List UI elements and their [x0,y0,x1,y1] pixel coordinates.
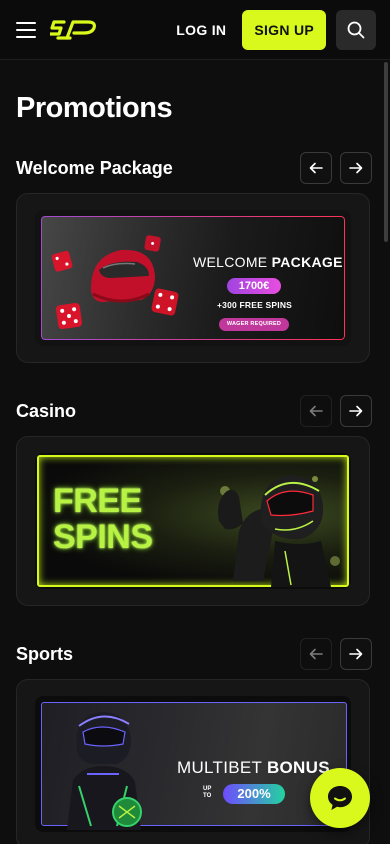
bonus-amount-badge: 1700€ [227,278,281,294]
scrollbar[interactable] [384,62,388,242]
arrow-right-icon [349,162,363,174]
login-button[interactable]: LOG IN [160,22,242,38]
racer-illustration [67,712,142,830]
bonus-percent-badge: 200% [223,784,285,804]
section-title: Welcome Package [16,157,173,178]
free-spins-headline: FREE SPINS [53,482,153,556]
up-to-label: UP TO [203,786,212,799]
arrow-left-icon [309,162,323,174]
arrow-left-icon [309,648,323,660]
app: LOG IN SIGN UP Promotions Welcome Packag… [0,0,390,844]
arrow-left-icon [309,405,323,417]
prev-button[interactable] [300,638,332,670]
section-title: Sports [16,643,74,664]
top-header: LOG IN SIGN UP [0,0,390,60]
page-title: Promotions [16,92,173,124]
promo-card-welcome[interactable]: WELCOME PACKAGE 1700€ +300 FREE SPINS WA… [16,193,370,363]
prev-button[interactable] [300,395,332,427]
menu-icon[interactable] [16,21,36,38]
promo-card-sports[interactable]: MULTIBET BONUS UP TO 200% [16,679,370,844]
search-button[interactable] [336,9,376,50]
racer-illustration [218,475,340,587]
next-button[interactable] [340,395,372,427]
brand-logo[interactable] [50,18,102,42]
search-icon [347,21,365,38]
next-button[interactable] [340,152,372,184]
multibet-bonus-banner[interactable]: MULTIBET BONUS UP TO 200% [35,696,351,832]
section-header-sports: Sports [16,638,372,670]
promo-card-casino[interactable]: FREE SPINS [16,436,370,606]
next-button[interactable] [340,638,372,670]
banner-title: MULTIBET BONUS [177,758,330,777]
banner-title: WELCOME PACKAGE [193,254,343,270]
section-header-welcome: Welcome Package [16,152,372,184]
arrow-right-icon [349,405,363,417]
arrow-right-icon [349,648,363,660]
section-title: Casino [16,400,77,421]
section-header-casino: Casino [16,395,372,427]
welcome-package-banner[interactable]: WELCOME PACKAGE 1700€ +300 FREE SPINS WA… [35,210,351,346]
chat-icon [328,786,352,810]
helmet-dice-illustration [51,235,179,330]
live-chat-button[interactable] [310,768,370,828]
signup-button[interactable]: SIGN UP [242,9,326,50]
wager-badge: WAGER REQUIRED [219,318,289,331]
free-spins-banner[interactable]: FREE SPINS [35,453,351,589]
prev-button[interactable] [300,152,332,184]
free-spins-text: +300 FREE SPINS [217,300,293,310]
